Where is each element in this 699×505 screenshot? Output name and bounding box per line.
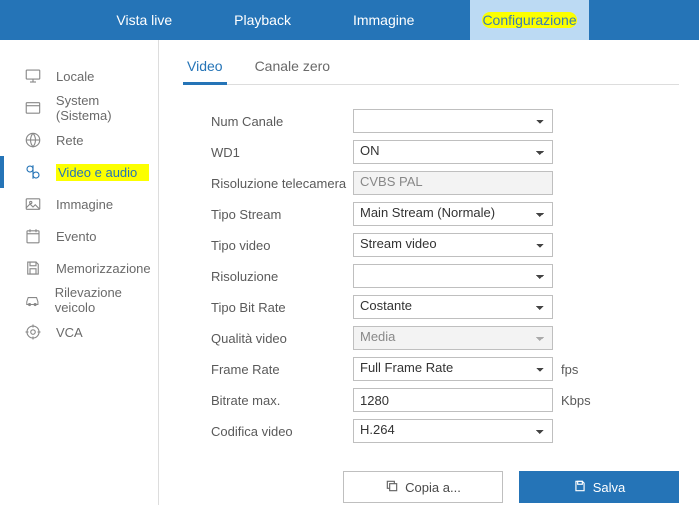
car-icon: [24, 291, 41, 309]
unit-kbps: Kbps: [561, 393, 591, 408]
label-resolution: Risoluzione: [183, 269, 353, 284]
label-bitrate-type: Tipo Bit Rate: [183, 300, 353, 315]
label-frame-rate: Frame Rate: [183, 362, 353, 377]
sidebar-item-label: Rilevazione veicolo: [55, 285, 158, 315]
label-stream-type: Tipo Stream: [183, 207, 353, 222]
label-num-channel: Num Canale: [183, 114, 353, 129]
sidebar-item-label: VCA: [56, 325, 83, 340]
sidebar-item-vehicle[interactable]: Rilevazione veicolo: [0, 284, 158, 316]
floppy-icon: [24, 259, 42, 277]
select-video-encoding[interactable]: H.264: [353, 419, 553, 443]
sidebar: Locale System (Sistema) Rete Video e aud…: [0, 40, 159, 505]
label-wd1: WD1: [183, 145, 353, 160]
tab-zero-channel[interactable]: Canale zero: [251, 58, 335, 84]
sidebar-item-image[interactable]: Immagine: [0, 188, 158, 220]
select-resolution[interactable]: [353, 264, 553, 288]
select-bitrate-type[interactable]: Costante: [353, 295, 553, 319]
sidebar-item-system[interactable]: System (Sistema): [0, 92, 158, 124]
nav-image[interactable]: Immagine: [347, 2, 420, 38]
tabs: Video Canale zero: [183, 58, 679, 85]
unit-fps: fps: [561, 362, 578, 377]
window-icon: [24, 99, 42, 117]
label-video-type: Tipo video: [183, 238, 353, 253]
input-cam-res: CVBS PAL: [353, 171, 553, 195]
main-panel: Video Canale zero Num Canale WD1 ON Riso…: [159, 40, 699, 505]
nav-config[interactable]: Configurazione: [470, 0, 588, 40]
tab-video[interactable]: Video: [183, 58, 227, 85]
sidebar-item-vca[interactable]: VCA: [0, 316, 158, 348]
nav-playback[interactable]: Playback: [228, 2, 297, 38]
select-video-quality: Media: [353, 326, 553, 350]
label-video-encoding: Codifica video: [183, 424, 353, 439]
image-icon: [24, 195, 42, 213]
sidebar-item-label: Video e audio: [56, 164, 149, 181]
select-video-type[interactable]: Stream video: [353, 233, 553, 257]
copy-icon: [385, 479, 399, 496]
sidebar-item-label: System (Sistema): [56, 93, 158, 123]
save-button-label: Salva: [593, 480, 626, 495]
select-num-channel[interactable]: [353, 109, 553, 133]
sidebar-item-storage[interactable]: Memorizzazione: [0, 252, 158, 284]
nav-live[interactable]: Vista live: [110, 2, 178, 38]
gear-icon: [24, 323, 42, 341]
label-bitrate-max: Bitrate max.: [183, 393, 353, 408]
calendar-icon: [24, 227, 42, 245]
action-buttons: Copia a... Salva: [343, 471, 679, 503]
copy-button-label: Copia a...: [405, 480, 461, 495]
sidebar-item-label: Rete: [56, 133, 83, 148]
sidebar-item-event[interactable]: Evento: [0, 220, 158, 252]
save-button[interactable]: Salva: [519, 471, 679, 503]
sidebar-item-label: Locale: [56, 69, 94, 84]
monitor-icon: [24, 67, 42, 85]
nav-config-label: Configurazione: [482, 12, 576, 28]
top-navbar: Vista live Playback Immagine Configurazi…: [0, 0, 699, 40]
video-audio-icon: [24, 163, 42, 181]
select-stream-type[interactable]: Main Stream (Normale): [353, 202, 553, 226]
sidebar-item-label: Immagine: [56, 197, 113, 212]
label-video-quality: Qualità video: [183, 331, 353, 346]
select-wd1[interactable]: ON: [353, 140, 553, 164]
select-frame-rate[interactable]: Full Frame Rate: [353, 357, 553, 381]
sidebar-item-label: Memorizzazione: [56, 261, 151, 276]
sidebar-item-local[interactable]: Locale: [0, 60, 158, 92]
save-icon: [573, 479, 587, 496]
sidebar-item-network[interactable]: Rete: [0, 124, 158, 156]
copy-to-button[interactable]: Copia a...: [343, 471, 503, 503]
input-bitrate-max[interactable]: [353, 388, 553, 412]
label-cam-res: Risoluzione telecamera: [183, 176, 353, 191]
sidebar-item-videoaudio[interactable]: Video e audio: [0, 156, 158, 188]
sidebar-item-label: Evento: [56, 229, 96, 244]
globe-icon: [24, 131, 42, 149]
main-container: Locale System (Sistema) Rete Video e aud…: [0, 40, 699, 505]
